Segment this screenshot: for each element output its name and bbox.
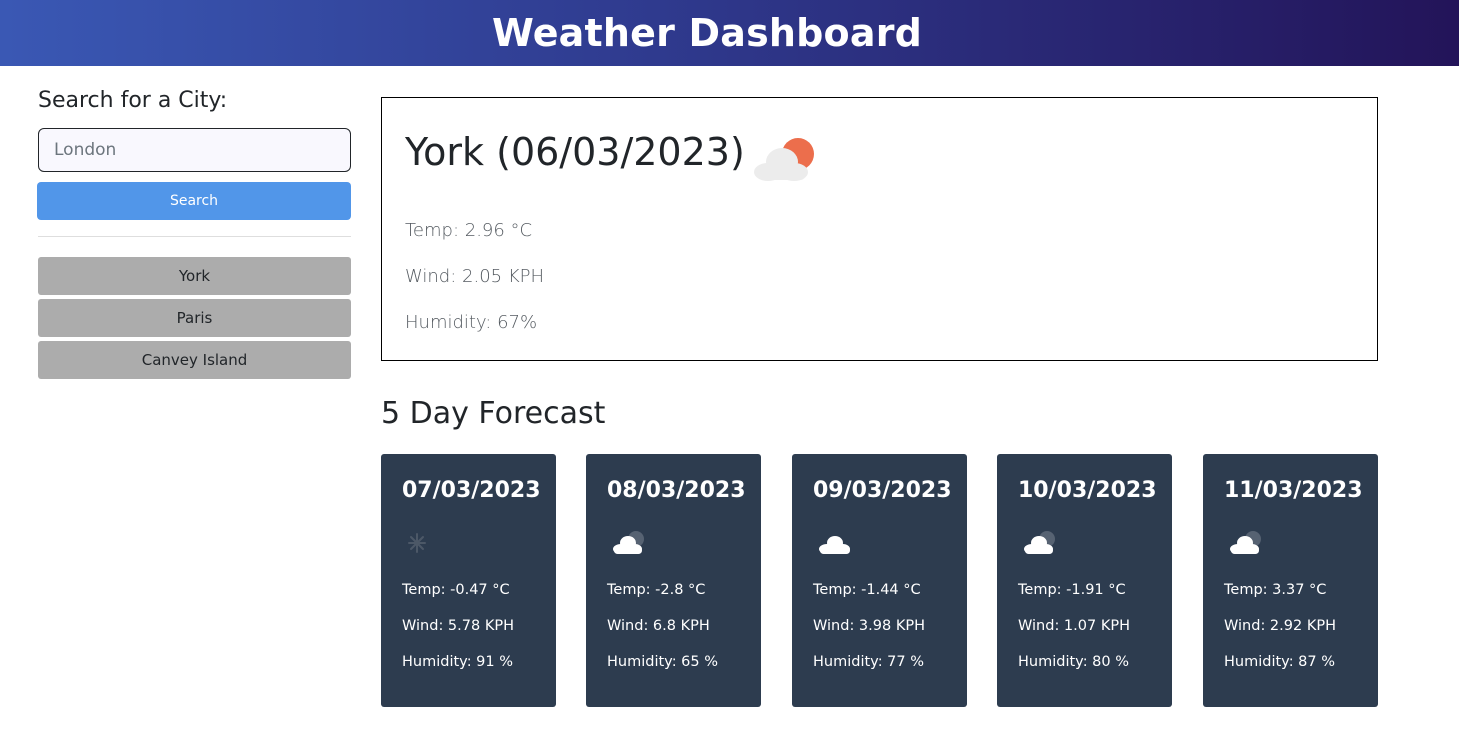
sidebar-divider bbox=[38, 236, 351, 237]
forecast-humidity: Humidity: 77 % bbox=[813, 654, 925, 670]
forecast-temp: Temp: -1.44 °C bbox=[813, 582, 921, 598]
forecast-card: 10/03/2023 Temp: -1.91 °C Wind: 1.07 KPH… bbox=[997, 454, 1172, 707]
city-search-input[interactable] bbox=[38, 128, 351, 172]
search-history: York Paris Canvey Island bbox=[38, 257, 351, 383]
forecast-temp: Temp: -0.47 °C bbox=[402, 582, 510, 598]
forecast-card: 09/03/2023 Temp: -1.44 °C Wind: 3.98 KPH… bbox=[792, 454, 967, 707]
cloudy-night-icon bbox=[1227, 526, 1267, 558]
search-heading: Search for a City: bbox=[38, 88, 228, 113]
history-city-canvey-island[interactable]: Canvey Island bbox=[38, 341, 351, 379]
current-temp: Temp: 2.96 °C bbox=[405, 220, 533, 241]
forecast-heading: 5 Day Forecast bbox=[381, 396, 606, 431]
history-city-paris[interactable]: Paris bbox=[38, 299, 351, 337]
forecast-date: 07/03/2023 bbox=[402, 478, 541, 503]
forecast-wind: Wind: 2.92 KPH bbox=[1224, 618, 1336, 634]
forecast-humidity: Humidity: 80 % bbox=[1018, 654, 1130, 670]
forecast-card: 07/03/2023 Temp: -0.47 °C Wind: 5.78 KPH… bbox=[381, 454, 556, 707]
partly-cloudy-day-icon bbox=[748, 132, 818, 182]
history-city-york[interactable]: York bbox=[38, 257, 351, 295]
current-weather-panel: York (06/03/2023) Temp: 2.96 °C Wind: 2.… bbox=[381, 97, 1378, 361]
page-title: Weather Dashboard bbox=[491, 11, 923, 55]
current-city-title: York (06/03/2023) bbox=[405, 130, 745, 174]
forecast-temp: Temp: -1.91 °C bbox=[1018, 582, 1126, 598]
cloudy-night-icon bbox=[1021, 526, 1061, 558]
forecast-humidity: Humidity: 87 % bbox=[1224, 654, 1336, 670]
search-button[interactable]: Search bbox=[37, 182, 351, 220]
current-humidity: Humidity: 67% bbox=[405, 312, 538, 333]
cloudy-night-icon bbox=[610, 526, 650, 558]
forecast-date: 09/03/2023 bbox=[813, 478, 952, 503]
forecast-date: 10/03/2023 bbox=[1018, 478, 1157, 503]
forecast-wind: Wind: 1.07 KPH bbox=[1018, 618, 1130, 634]
forecast-temp: Temp: 3.37 °C bbox=[1224, 582, 1327, 598]
forecast-humidity: Humidity: 65 % bbox=[607, 654, 719, 670]
forecast-wind: Wind: 6.8 KPH bbox=[607, 618, 710, 634]
cloud-icon bbox=[816, 526, 856, 558]
forecast-wind: Wind: 5.78 KPH bbox=[402, 618, 514, 634]
forecast-date: 11/03/2023 bbox=[1224, 478, 1363, 503]
forecast-date: 08/03/2023 bbox=[607, 478, 746, 503]
forecast-wind: Wind: 3.98 KPH bbox=[813, 618, 925, 634]
current-wind: Wind: 2.05 KPH bbox=[405, 266, 545, 287]
snow-icon bbox=[405, 526, 445, 558]
forecast-card: 11/03/2023 Temp: 3.37 °C Wind: 2.92 KPH … bbox=[1203, 454, 1378, 707]
app-header: Weather Dashboard bbox=[0, 0, 1459, 66]
search-sidebar: Search for a City: Search York Paris Can… bbox=[37, 88, 351, 379]
forecast-temp: Temp: -2.8 °C bbox=[607, 582, 706, 598]
forecast-card: 08/03/2023 Temp: -2.8 °C Wind: 6.8 KPH H… bbox=[586, 454, 761, 707]
forecast-humidity: Humidity: 91 % bbox=[402, 654, 514, 670]
